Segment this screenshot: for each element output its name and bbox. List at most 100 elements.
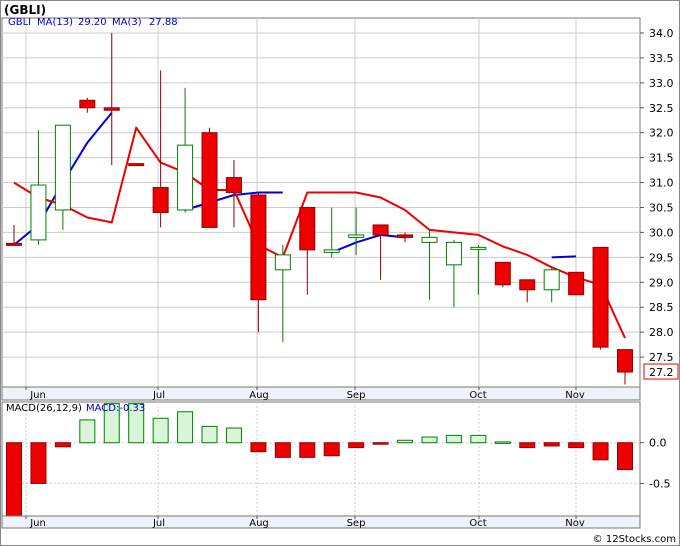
price-y-tick-label: 30.0 (649, 226, 674, 239)
price-y-tick-label: 33.5 (649, 52, 674, 65)
macd-plot-area (1, 401, 641, 517)
macd-x-axis: Jun Jul Aug Sep Oct Nov (1, 515, 641, 529)
macd-y-tick-label: -0.5 (649, 477, 670, 490)
candle-body (128, 163, 145, 167)
macd-bar (348, 442, 365, 449)
macd-bar (299, 442, 316, 458)
price-y-tick-label: 27.5 (649, 351, 674, 364)
price-y-tick-label: 33.0 (649, 77, 674, 90)
legend-ticker: GBLI (8, 17, 31, 28)
price-y-tick-label: 32.5 (649, 102, 674, 115)
legend-ma13-value: 29.20 (78, 17, 107, 28)
candle-body (225, 177, 242, 194)
price-y-tick-label: 30.5 (649, 201, 674, 214)
macd-bar (543, 442, 560, 447)
macd-bar (79, 419, 96, 444)
candle-body (592, 246, 609, 348)
macd-x-tick-label: Jul (152, 518, 165, 529)
candle-body (494, 261, 511, 286)
macd-bar (494, 441, 511, 444)
candle-body (323, 249, 340, 253)
macd-bar (445, 434, 462, 444)
price-x-axis-band (1, 386, 641, 401)
macd-bar (54, 442, 71, 448)
candle-body (372, 224, 389, 236)
legend-ma13-label: MA(13) (37, 17, 73, 28)
macd-bar (617, 442, 633, 471)
macd-bar (30, 442, 47, 484)
candle-body (152, 187, 169, 213)
macd-bar (323, 442, 340, 457)
price-y-tick-label: 29.5 (649, 251, 674, 264)
watermark: © 12Stocks.com (593, 534, 676, 545)
macd-y-tick-label: 0.0 (649, 437, 667, 450)
legend-ma3-value: 27.88 (149, 17, 178, 28)
price-x-tick-label: Nov (565, 390, 585, 401)
price-x-tick-label: Aug (249, 390, 269, 401)
price-y-tick-label: 28.0 (649, 326, 674, 339)
price-y-tick-label: 31.0 (649, 177, 674, 190)
macd-bar (6, 442, 22, 517)
macd-bar (470, 434, 487, 444)
price-panel: 27.5 28.0 28.5 29.0 29.5 30.0 30.5 31.0 31.5 32.0… (1, 17, 679, 388)
macd-bar (274, 442, 291, 458)
macd-bar (177, 411, 194, 444)
macd-bar (201, 425, 218, 444)
macd-legend-label: MACD(26,12,9) (6, 403, 82, 414)
macd-bar (421, 436, 438, 444)
candle-body (397, 234, 414, 238)
ma13-line-segment (551, 255, 577, 259)
candle-body (617, 349, 633, 373)
macd-x-tick-label: Oct (469, 518, 486, 529)
price-tag-text: 27.2 (649, 366, 674, 379)
candle-body (201, 132, 218, 228)
candlestick (201, 127, 218, 228)
macd-x-tick-label: Aug (249, 518, 269, 529)
candlestick (568, 271, 585, 296)
candle-body (30, 184, 47, 241)
price-y-tick-label: 31.5 (649, 152, 674, 165)
candlestick (592, 246, 609, 350)
candle-body (421, 236, 438, 243)
price-x-tick-label: Oct (469, 390, 486, 401)
candle-body (6, 242, 22, 246)
price-y-tick-label: 28.5 (649, 301, 674, 314)
candle-body (299, 206, 316, 251)
candlestick (494, 261, 511, 288)
macd-panel: 0.0 -0.5 MACD(26,12,9) MACD:-0.33 (1, 401, 670, 517)
candle-body (274, 254, 291, 271)
macd-bar (519, 442, 536, 449)
candle-body (470, 246, 487, 250)
candle-body (543, 269, 560, 291)
candle-body (445, 241, 462, 266)
macd-bar (250, 442, 267, 453)
macd-x-tick-label: Sep (347, 518, 366, 529)
macd-x-tick-label: Jun (29, 518, 46, 529)
macd-bar (152, 417, 169, 444)
price-x-tick-label: Jun (29, 390, 46, 401)
candle-body (250, 194, 267, 301)
price-y-tick-label: 32.0 (649, 127, 674, 140)
candle-body (103, 107, 120, 111)
chart-title: (GBLI) (4, 3, 46, 17)
macd-bar (225, 427, 242, 444)
price-x-tick-label: Jul (152, 390, 165, 401)
price-x-tick-label: Sep (347, 390, 366, 401)
macd-legend-value: MACD:-0.33 (86, 403, 145, 414)
macd-bar (397, 439, 414, 444)
current-price-tag: 27.2 (643, 363, 679, 380)
macd-bar (592, 442, 609, 461)
candle-body (519, 279, 536, 291)
price-y-tick-label: 34.0 (649, 27, 674, 40)
macd-bar (568, 442, 585, 449)
macd-bar (372, 442, 389, 445)
candle-body (177, 144, 194, 211)
macd-x-axis-band (1, 515, 641, 529)
stock-chart: (GBLI) 27.5 28.0 28.5 29.0 29.5 30.0 30.5 31.0 3… (0, 0, 680, 546)
legend-ma3-label: MA(3) (112, 17, 142, 28)
macd-x-tick-label: Nov (565, 518, 585, 529)
price-y-tick-label: 29.0 (649, 276, 674, 289)
price-x-axis: Jun Jul Aug Sep Oct Nov (1, 386, 641, 401)
candle-body (79, 99, 96, 109)
candle-body (54, 124, 71, 211)
